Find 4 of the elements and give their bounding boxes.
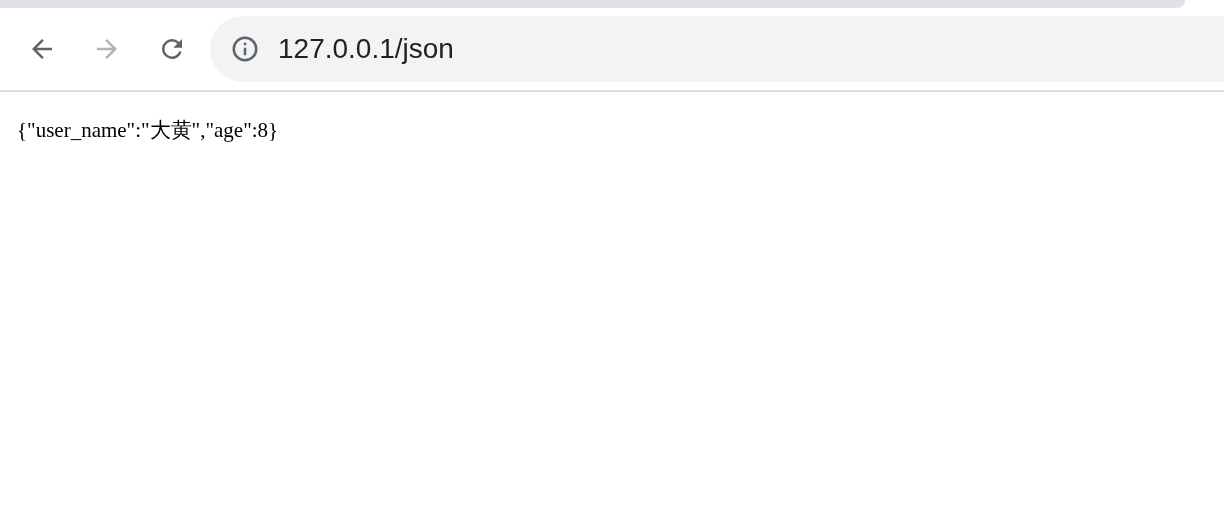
address-bar[interactable]: 127.0.0.1/json [210,16,1224,82]
json-text: {"user_name":"大黄","age":8} [17,118,279,142]
url-text: 127.0.0.1/json [278,33,454,65]
info-icon[interactable] [230,34,260,64]
